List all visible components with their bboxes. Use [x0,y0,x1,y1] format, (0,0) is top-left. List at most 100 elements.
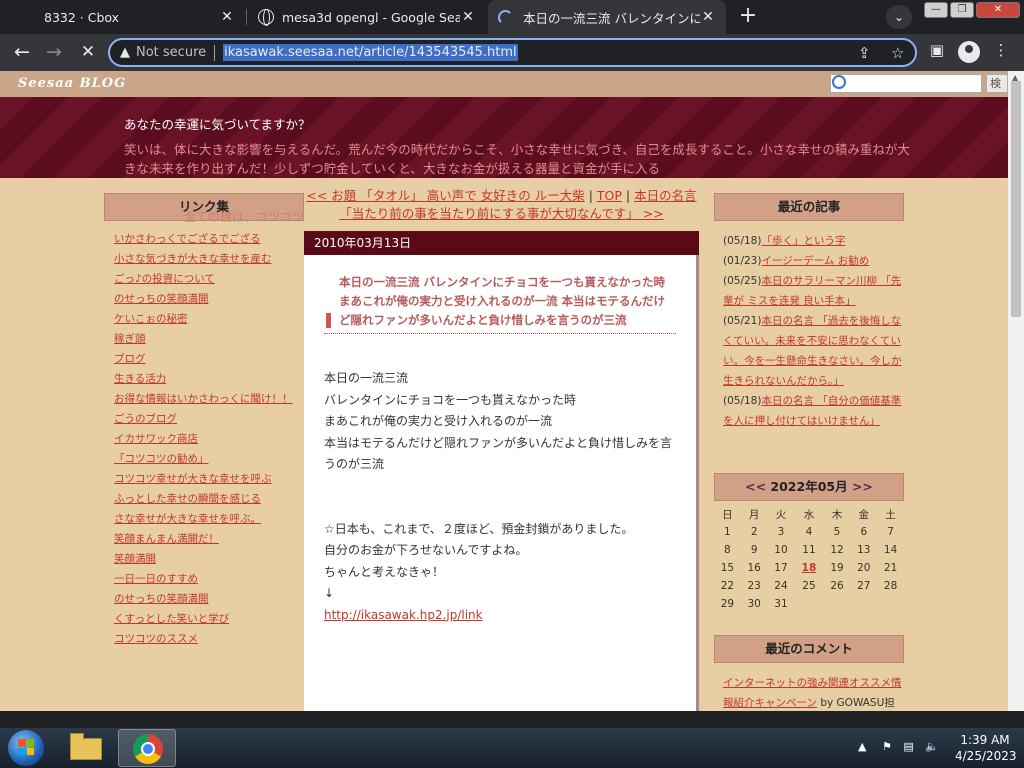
calendar-day: 19 [830,562,844,574]
calendar-day: 22 [720,580,735,592]
show-hidden-icons-icon[interactable]: ▲ [858,740,866,753]
chrome-taskbar-button[interactable] [118,729,176,767]
sidebar-link[interactable]: ブログ [114,349,304,369]
file-explorer-button[interactable] [66,732,106,764]
calendar-day: 28 [883,580,898,592]
article-title: 本日の一流三流 バレンタインにチョコを一つも貰えなかった時 まあこれが俺の実力と… [324,273,676,334]
profile-avatar-icon[interactable] [958,41,980,63]
calendar-day[interactable]: 18 [794,559,823,577]
calendar-grid: 日月火水木金土 1 2 3 4 5 6 7 8 9 10 11 12 13 14 15 16 17 18 19 20 21… [714,505,904,613]
clock-time: 1:39 AM [960,733,1010,747]
sidebar-link[interactable]: ケいこぉの秘密 [114,309,304,329]
side-panel-icon[interactable]: ▣ [926,41,948,59]
close-icon[interactable]: ✕ [219,9,235,25]
warning-icon[interactable]: ▲ [120,45,130,60]
windows-logo-icon [18,739,34,755]
article-paragraph: 本日の一流三流 バレンタインにチョコを一つも貰えなかった時 まあこれが俺の実力と受け… [324,368,676,476]
calendar-day: 26 [830,580,844,592]
article-link[interactable]: http://ikasawak.hp2.jp/link [324,608,483,622]
vertical-scrollbar[interactable]: ▲ [1008,71,1024,711]
tab-google-search[interactable]: mesa3d opengl - Google Search ✕ [248,0,486,34]
network-icon[interactable]: ▤ [903,740,913,753]
calendar-day: 20 [857,562,871,574]
sidebar-link[interactable]: 笑顔まんまん満開だ！ [114,529,304,549]
address-bar[interactable]: ▲ Not secure ikasawak.seesaa.net/article… [108,38,917,67]
calendar-day: 24 [774,580,788,592]
blog-search-input[interactable] [830,74,982,93]
sidebar-link[interactable]: コツコツのススメ [114,629,304,649]
security-label[interactable]: Not secure [136,45,206,60]
sidebar-link[interactable]: いかさわっくでござるでござる [114,229,304,249]
calendar-day: 12 [830,544,844,556]
back-button[interactable]: ← [8,38,36,66]
calendar-day: 13 [857,544,871,556]
action-center-flag-icon[interactable]: ⚑ [882,740,892,753]
top-link[interactable]: TOP [597,188,622,203]
tab-title: 本日の一流三流 バレンタインにチョコ [523,10,700,26]
sidebar-link[interactable]: ごうのブログ [114,409,304,429]
calendar-day: 4 [805,526,813,538]
sidebar-link[interactable]: 小さな気づきが大きな幸せを産む [114,249,304,269]
sidebar-link[interactable]: ごっ♪の投資について [114,269,304,289]
calendar-day: 23 [747,580,761,592]
blog-title[interactable]: あなたの幸運に気づいてますか？ [124,114,311,133]
prev-article-link[interactable]: << お題 「タオル」 高い声で 女好きの ルー大柴 [306,188,584,203]
chrome-icon [133,734,163,764]
overlapping-text: 全ての鍵は、コツコツ [184,210,305,224]
seesaa-logo[interactable]: Seesaa BLOG [18,76,126,91]
bookmark-star-icon[interactable]: ☆ [891,44,904,62]
calendar-day: 7 [887,526,894,538]
url-text[interactable]: ikasawak.seesaa.net/article/143543545.ht… [223,44,518,61]
close-window-button[interactable]: ✕ [976,2,1020,18]
sidebar-link[interactable]: 稼ぎ頭 [114,329,304,349]
calendar-day: 25 [802,580,816,592]
sidebar-link[interactable]: のせっちの笑顔満開 [114,589,304,609]
recent-article-item: (05/25)本日のサラリーマン川柳 「先輩が ミスを连発 良い手本」 [723,271,904,311]
close-icon[interactable]: ✕ [460,9,476,25]
stop-loading-button[interactable]: ✕ [74,38,102,66]
recent-article-link[interactable]: 「歩く」という字 [761,235,845,247]
sidebar-link[interactable]: のせっちの笑顔満開 [114,289,304,309]
maximize-button[interactable]: ❐ [950,2,974,18]
page-viewport: Seesaa BLOG 検索 あなたの幸運に気づいてますか？ 笑いは、体に大きな… [0,71,1024,711]
article-body: 本日の一流三流 バレンタインにチョコを一つも貰えなかった時 まあこれが俺の実力と受け… [324,368,676,626]
new-tab-button[interactable]: + [736,4,760,30]
share-icon[interactable]: ⇪ [858,44,871,62]
calendar-weekday: 水 [803,508,815,521]
sidebar-link[interactable]: お得な情報はいかさわっくに聞け！！ [114,389,304,409]
recent-comments: 最近のコメント インターネットの強み関連オススメ情報紹介キャンペーン by GO… [714,635,904,711]
tab-active-article[interactable]: 本日の一流三流 バレンタインにチョコ ✕ [488,0,726,34]
recent-article-link[interactable]: イージーデーム お勧め [761,255,869,267]
article-line: 本日の一流三流 [324,371,409,385]
sidebar-link[interactable]: 生きる活力 [114,369,304,389]
calendar: << 2022年05月 >> 日月火水木金土 1 2 3 4 5 6 7 8 9 10 11 12 13 1… [714,473,904,613]
sidebar-link[interactable]: 一日一日のすすめ [114,569,304,589]
clock[interactable]: 1:39 AM 4/25/2023 [955,732,1017,764]
vertical-scroll-thumb[interactable] [1011,81,1021,317]
sidebar-link[interactable]: イカサワック商店 [114,429,304,449]
sidebar-link[interactable]: ふっとした幸せの瞬間を感じる [114,489,304,509]
sidebar-link[interactable]: コツコツ幸せが大きな幸せを呼ぶ [114,469,304,489]
close-icon[interactable]: ✕ [700,9,716,25]
system-tray[interactable]: ▲ ⚑ ▤ 🔈 [858,740,939,753]
sidebar-link[interactable]: 笑顔満開 [114,549,304,569]
article-line: ↓ [324,586,335,600]
search-icon [832,75,846,89]
menu-kebab-icon[interactable]: ⋮ [990,41,1012,59]
calendar-prev-link[interactable]: << [745,479,766,494]
sidebar-link[interactable]: さな幸せが大きな幸せを呼ぶ。 [114,509,304,529]
calendar-day: 6 [860,526,868,538]
forward-button[interactable]: → [40,38,68,66]
volume-muted-icon[interactable]: 🔈 [925,740,939,753]
article-paragraph: ☆日本も、これまで、２度ほど、預金封鎖がありました。 自分のお金が下ろせないんです… [324,519,676,605]
tab-cbox[interactable]: 8332 · Cbox ✕ [0,0,245,34]
minimize-button[interactable]: — [924,2,948,18]
tab-strip: 8332 · Cbox ✕ mesa3d opengl - Google Sea… [0,0,1024,34]
sidebar-link[interactable]: 「コツコツの勧め」 [114,449,304,469]
calendar-next-link[interactable]: >> [852,479,873,494]
blog-search-button[interactable]: 検索 [986,74,1008,93]
calendar-day [824,595,851,613]
sidebar-link[interactable]: くすっとした笑いと学び [114,609,304,629]
tab-search-button[interactable]: ⌄ [886,5,912,29]
main-content: << お題 「タオル」 高い声で 女好きの ルー大柴 | TOP | 本日の名言… [304,181,699,711]
